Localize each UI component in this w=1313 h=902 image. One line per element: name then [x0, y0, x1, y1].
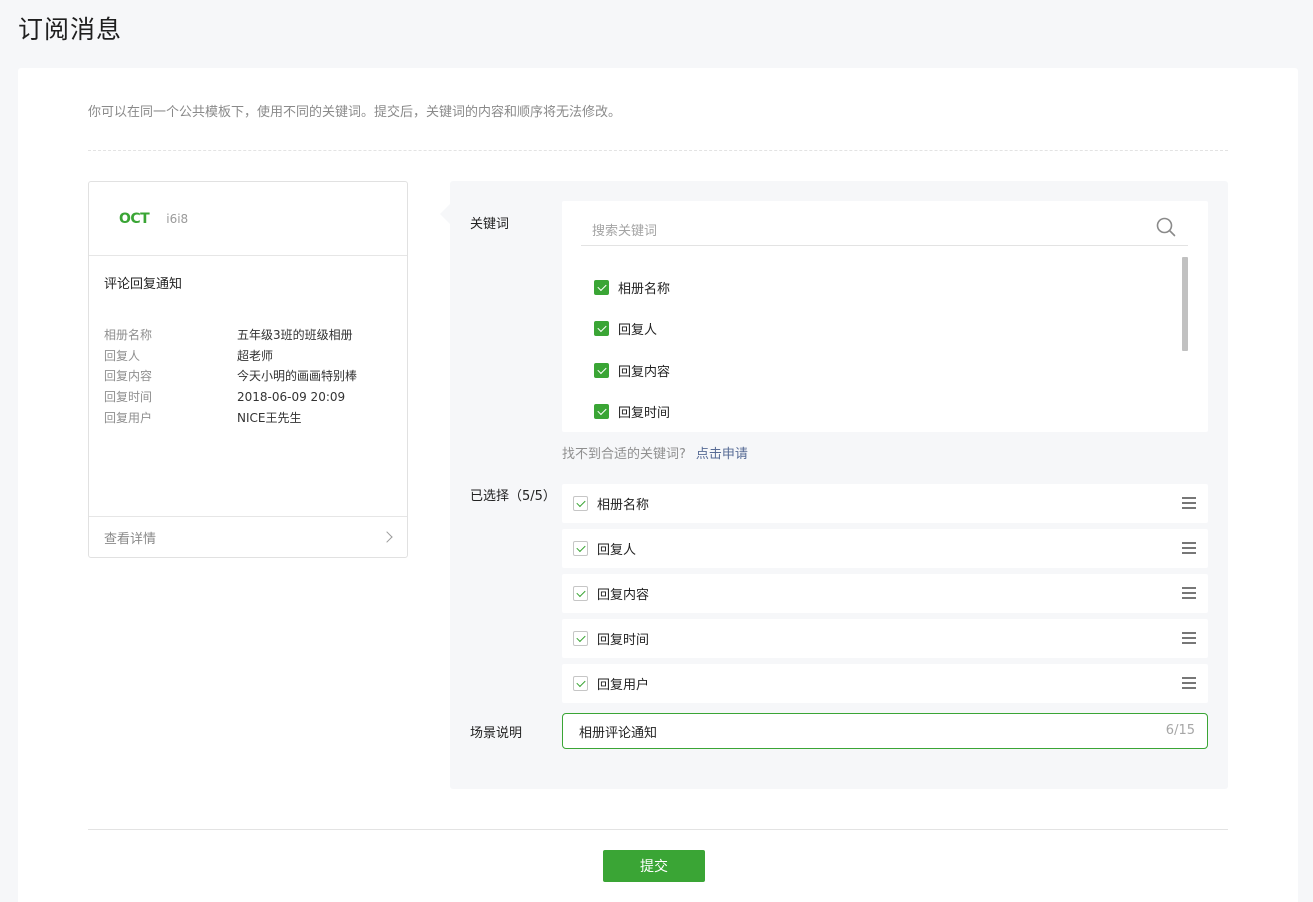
keyword-search-input[interactable]	[592, 217, 1152, 245]
preview-row: 回复人 超老师	[104, 346, 394, 367]
preview-row-value: NICE王先生	[237, 410, 302, 425]
selected-keyword-item[interactable]: 相册名称	[562, 484, 1208, 523]
drag-handle-icon[interactable]	[1182, 587, 1196, 599]
view-details-label: 查看详情	[104, 531, 157, 547]
not-found-text: 找不到合适的关键词?	[562, 447, 686, 462]
checkbox-checked[interactable]	[573, 676, 588, 691]
message-preview-card: OCT i6i8 评论回复通知 相册名称 五年级3班的班级相册 回复人 超老师 …	[88, 181, 408, 558]
keyword-option[interactable]: 回复人	[594, 308, 670, 349]
footer-divider	[88, 829, 1228, 830]
checkbox-checked[interactable]	[594, 280, 609, 296]
keyword-option[interactable]: 相册名称	[594, 267, 670, 308]
preview-header: OCT i6i8	[89, 182, 407, 256]
preview-row: 回复内容 今天小明的画画特别棒	[104, 366, 394, 387]
apply-keyword-row: 找不到合适的关键词? 点击申请	[562, 443, 748, 462]
drag-handle-icon[interactable]	[1182, 632, 1196, 644]
chevron-right-icon	[381, 531, 393, 543]
search-icon[interactable]	[1156, 217, 1176, 237]
preview-row-key: 相册名称	[104, 328, 153, 342]
page-title: 订阅消息	[18, 15, 123, 44]
preview-title: 评论回复通知	[104, 277, 183, 292]
divider	[88, 150, 1228, 151]
preview-row-key: 回复内容	[104, 369, 153, 384]
keyword-list-scrollbar[interactable]	[1182, 257, 1188, 351]
scene-label: 场景说明	[470, 726, 523, 741]
panel-pointer	[440, 204, 450, 224]
apply-keyword-link[interactable]: 点击申请	[696, 447, 748, 462]
keyword-option-label: 回复人	[618, 323, 658, 339]
selected-keyword-label: 回复人	[597, 543, 637, 558]
tip-text: 你可以在同一个公共模板下，使用不同的关键词。提交后，关键词的内容和顺序将无法修改…	[88, 105, 622, 120]
checkbox-checked[interactable]	[594, 362, 609, 378]
scene-input[interactable]	[579, 721, 1139, 741]
preview-fields: 相册名称 五年级3班的班级相册 回复人 超老师 回复内容 今天小明的画画特别棒 …	[104, 325, 394, 428]
selected-keyword-item[interactable]: 回复用户	[562, 664, 1208, 703]
selected-keyword-label: 回复用户	[597, 678, 650, 693]
keyword-option[interactable]: 回复时间	[594, 391, 670, 432]
preview-row-key: 回复用户	[104, 410, 153, 425]
selected-keyword-item[interactable]: 回复内容	[562, 574, 1208, 613]
view-details-link[interactable]: 查看详情	[89, 516, 407, 557]
drag-handle-icon[interactable]	[1182, 677, 1196, 689]
checkbox-checked[interactable]	[573, 541, 588, 556]
scene-field: 6/15	[562, 713, 1208, 749]
drag-handle-icon[interactable]	[1182, 497, 1196, 509]
scene-char-count: 6/15	[1165, 723, 1195, 738]
keywords-label: 关键词	[470, 217, 510, 232]
keyword-search	[581, 213, 1188, 246]
preview-row-key: 回复时间	[104, 390, 153, 405]
keyword-option-label: 回复内容	[618, 364, 671, 380]
preview-row: 回复时间 2018-06-09 20:09	[104, 387, 394, 408]
drag-handle-icon[interactable]	[1182, 542, 1196, 554]
selected-keyword-item[interactable]: 回复时间	[562, 619, 1208, 658]
checkbox-checked[interactable]	[594, 321, 609, 337]
checkbox-checked[interactable]	[594, 404, 609, 420]
selected-keyword-label: 回复内容	[597, 588, 650, 603]
preview-row: 相册名称 五年级3班的班级相册	[104, 325, 394, 346]
keyword-picker: 相册名称 回复人 回复内容 回复时间	[562, 201, 1208, 432]
main-card: 你可以在同一个公共模板下，使用不同的关键词。提交后，关键词的内容和顺序将无法修改…	[18, 68, 1298, 902]
checkbox-checked[interactable]	[573, 631, 588, 646]
selected-keyword-list: 相册名称 回复人 回复内容 回复时间 回复用户	[562, 484, 1208, 709]
keyword-config-panel: 关键词 相册名称 回复人 回复内容	[440, 181, 1228, 789]
preview-row-value: 超老师	[237, 348, 274, 363]
account-logo: OCT	[119, 210, 150, 227]
preview-row-value: 今天小明的画画特别棒	[237, 369, 358, 384]
checkbox-checked[interactable]	[573, 496, 588, 511]
submit-button[interactable]: 提交	[603, 850, 705, 882]
keyword-option[interactable]: 回复内容	[594, 350, 670, 391]
selected-keyword-label: 相册名称	[597, 498, 650, 513]
keyword-option-label: 回复时间	[618, 406, 671, 422]
preview-row-key: 回复人	[104, 348, 141, 363]
checkbox-checked[interactable]	[573, 586, 588, 601]
preview-row: 回复用户 NICE王先生	[104, 408, 394, 429]
selected-label: 已选择（5/5）	[470, 489, 556, 504]
selected-keyword-item[interactable]: 回复人	[562, 529, 1208, 568]
preview-row-value: 五年级3班的班级相册	[237, 328, 353, 342]
keyword-option-label: 相册名称	[618, 282, 671, 298]
keyword-list: 相册名称 回复人 回复内容 回复时间	[594, 267, 670, 432]
preview-row-value: 2018-06-09 20:09	[237, 390, 346, 405]
selected-keyword-label: 回复时间	[597, 633, 650, 648]
account-name: i6i8	[166, 211, 189, 226]
